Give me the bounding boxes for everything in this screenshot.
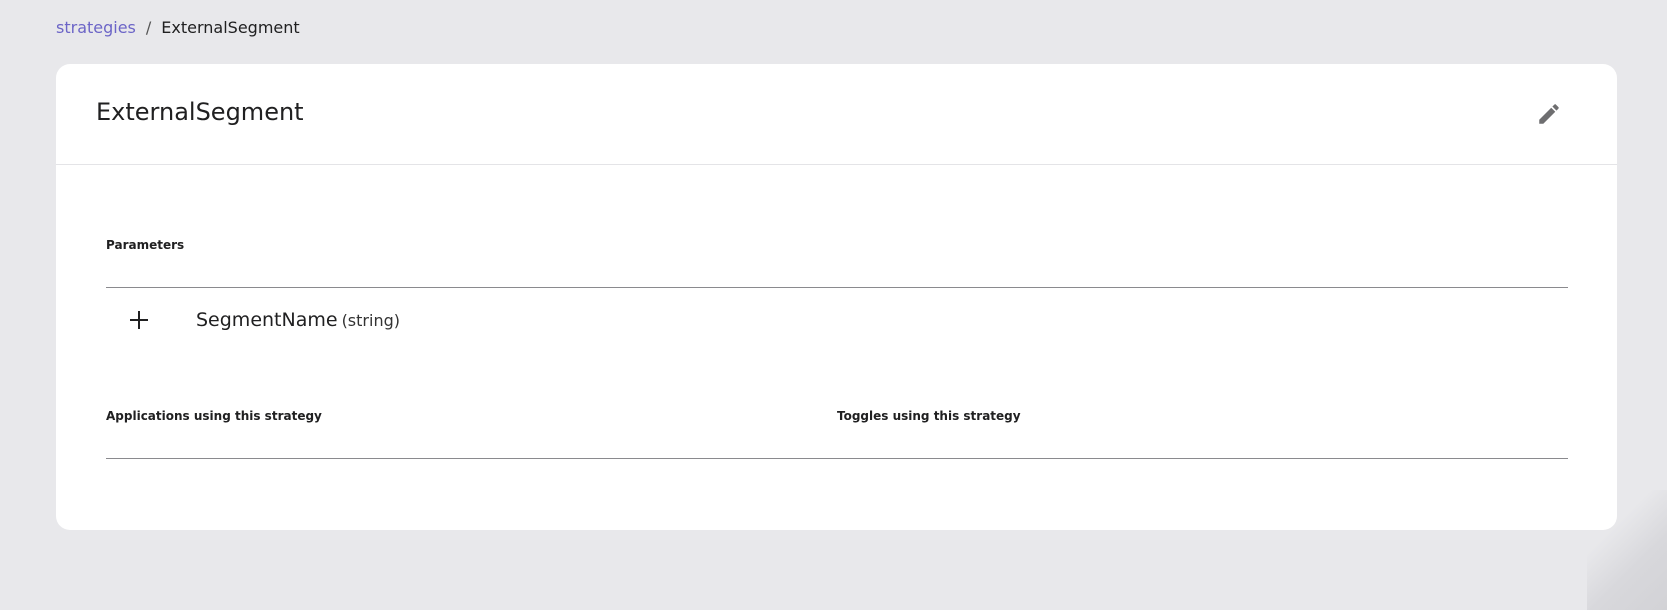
page-title: ExternalSegment (96, 98, 304, 126)
applications-divider (106, 458, 837, 459)
background-decoration (1587, 490, 1667, 610)
expand-parameter-button[interactable] (106, 309, 172, 331)
breadcrumb-current: ExternalSegment (161, 18, 300, 37)
toggles-label: Toggles using this strategy (837, 409, 1021, 423)
breadcrumb: strategies / ExternalSegment (56, 18, 300, 37)
card-header: ExternalSegment (56, 64, 1617, 165)
breadcrumb-link-strategies[interactable]: strategies (56, 18, 136, 37)
parameter-name: SegmentName (196, 309, 338, 331)
edit-button[interactable] (1533, 98, 1565, 130)
parameter-type: (string) (341, 310, 400, 330)
breadcrumb-separator: / (145, 18, 152, 37)
parameters-label: Parameters (106, 238, 185, 252)
parameters-divider (106, 287, 1568, 288)
pencil-icon (1539, 104, 1559, 124)
strategy-card: ExternalSegment Parameters SegmentName (… (56, 64, 1617, 530)
toggles-divider (837, 458, 1568, 459)
plus-icon (130, 311, 148, 329)
parameter-item: SegmentName (string) (106, 309, 400, 331)
applications-label: Applications using this strategy (106, 409, 322, 423)
